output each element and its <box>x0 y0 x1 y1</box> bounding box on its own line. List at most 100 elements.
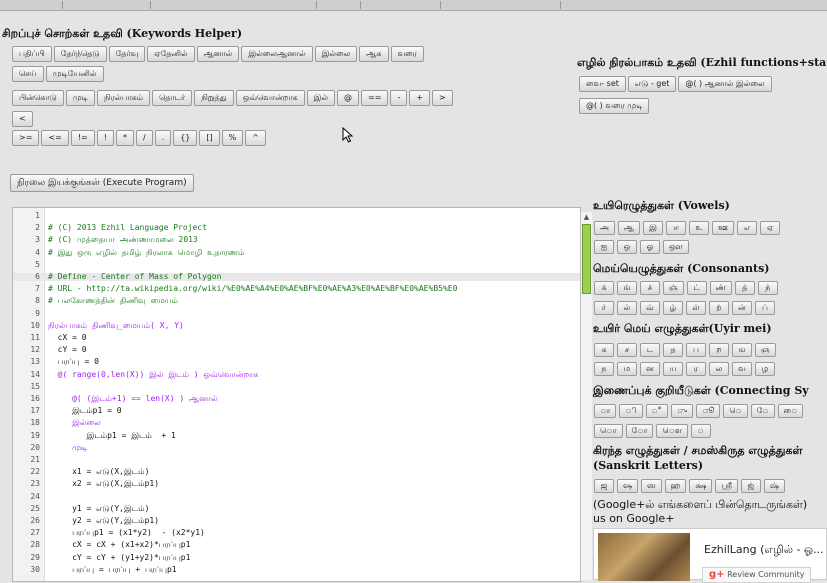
letter-button[interactable]: ம <box>617 362 637 376</box>
kw-gt-button[interactable]: > <box>432 90 453 106</box>
letter-button[interactable]: ெ <box>723 404 748 418</box>
kw-ge-button[interactable]: >= <box>12 130 40 146</box>
code-line[interactable]: 19 இடம்p1 = இடம் + 1 <box>13 431 580 440</box>
letter-button[interactable]: ச் <box>640 281 660 295</box>
kw-else-button[interactable]: இல்லை <box>314 46 358 62</box>
kw-dot-button[interactable]: . <box>154 130 172 146</box>
letter-button[interactable]: க்ஷ <box>689 479 713 493</box>
fn-if-else-button[interactable]: @( ) ஆனால் இல்லை <box>678 76 772 92</box>
letter-button[interactable]: ஈ <box>666 221 687 235</box>
letter-button[interactable]: ண் <box>709 281 732 295</box>
letter-button[interactable]: ங <box>732 343 752 357</box>
code-line[interactable]: 14 @( range(0,len(X)) இல் இடம் ) ஒவ்வொன்… <box>13 370 580 379</box>
google-page-name[interactable]: EzhilLang (எழில் - ஓ... <box>704 543 824 558</box>
letter-button[interactable]: ல் <box>617 301 637 315</box>
kw-eq-button[interactable]: == <box>361 90 389 106</box>
fn-set-button[interactable]: வை- set <box>579 76 626 92</box>
kw-not-button[interactable]: ! <box>96 130 114 146</box>
kw-ifany-button[interactable]: ஏதேனில் <box>147 46 195 62</box>
scroll-up-icon[interactable]: ▲ <box>582 212 591 222</box>
letter-button[interactable]: ஏ <box>760 221 781 235</box>
kw-choice-button[interactable]: தேர்வு <box>108 46 146 62</box>
code-line[interactable]: 2 # (C) 2013 Ezhil Language Project <box>13 224 580 232</box>
letter-button[interactable]: ா <box>594 404 617 418</box>
code-line[interactable]: 13 பரப்பு = 0 <box>13 358 580 366</box>
kw-end-button[interactable]: முடி <box>65 90 95 106</box>
letter-button[interactable]: ி <box>619 404 643 418</box>
letter-button[interactable]: ஒ <box>617 240 637 254</box>
kw-print-button[interactable]: பதிப்பி <box>12 46 52 62</box>
letter-button[interactable]: ஓ <box>640 240 660 254</box>
code-line[interactable]: 17 இடம்p1 = 0 <box>13 407 580 415</box>
letter-button[interactable]: அ <box>594 221 615 235</box>
kw-function-button[interactable]: நிரல்பாகம் <box>96 90 151 106</box>
fn-get-button[interactable]: எடு - get <box>627 76 677 92</box>
code-editor[interactable]: 1 2 # (C) 2013 Ezhil Language Project 3 # (C… <box>12 207 581 582</box>
code-line[interactable]: 23 x2 = எடு(X,இடம்p1) <box>13 480 580 488</box>
kw-while-button[interactable]: வரை <box>390 46 424 62</box>
letter-button[interactable]: ழ <box>755 362 775 376</box>
letter-button[interactable]: உ <box>689 221 710 235</box>
letter-button[interactable]: ய <box>663 362 683 376</box>
letter-button[interactable]: ஆ <box>617 221 641 235</box>
letter-button[interactable]: ப <box>686 343 706 357</box>
kw-in-button[interactable]: இல் <box>306 90 336 106</box>
code-line[interactable]: 21 <box>13 456 580 464</box>
kw-brackets-button[interactable]: [] <box>199 130 220 146</box>
letter-button[interactable]: ௌ <box>656 424 689 438</box>
letter-button[interactable]: ை <box>777 404 804 418</box>
letter-button[interactable]: ொ <box>594 424 623 438</box>
kw-pow-button[interactable]: ^ <box>245 130 266 146</box>
code-line[interactable]: 20 முடி <box>13 443 580 452</box>
kw-if-button[interactable]: ஆனால் <box>196 46 240 62</box>
letter-button[interactable]: எ <box>737 221 758 235</box>
code-line[interactable]: 10 நிரல்பாகம் திணிவு_மையம்( X, Y) <box>13 321 580 330</box>
letter-button[interactable]: ர <box>686 362 706 376</box>
letter-button[interactable]: ஸ <box>640 479 662 493</box>
kw-foreach-button[interactable]: ஒவ்வொன்றாக <box>235 90 305 106</box>
letter-button[interactable]: ஞ் <box>663 281 684 295</box>
kw-select-button[interactable]: தேர்ந்தெடு <box>53 46 107 62</box>
kw-dowhile-button[interactable]: முடியேனில் <box>45 66 104 82</box>
code-line[interactable]: 4 # இது ஒரு எழில் தமிழ் நிரலாக மொழி உதாரண… <box>13 248 580 257</box>
letter-button[interactable]: ங் <box>617 281 637 295</box>
letter-button[interactable]: ந் <box>757 281 778 295</box>
letter-button[interactable]: ு <box>670 404 694 418</box>
letter-button[interactable]: ற் <box>709 301 729 315</box>
execute-program-button[interactable]: நிரலை இயக்குங்கள் (Execute Program) <box>10 174 194 192</box>
letter-button[interactable]: ப் <box>755 301 775 315</box>
code-line[interactable]: 22 x1 = எடு(X,இடம்) <box>13 468 580 476</box>
letter-button[interactable]: ந <box>594 362 614 376</box>
letter-button[interactable]: ள் <box>686 301 706 315</box>
code-line[interactable]: 12 cY = 0 <box>13 346 580 354</box>
code-line[interactable]: 8 # பலகோணத்தின் திணிவு மையம் <box>13 297 580 305</box>
letter-button[interactable]: ஜ் <box>740 479 761 493</box>
scrollbar-thumb[interactable] <box>582 224 591 294</box>
letter-button[interactable]: ே <box>750 404 775 418</box>
letter-button[interactable]: ஷ <box>617 479 638 493</box>
kw-lt-button[interactable]: < <box>12 111 33 127</box>
code-line[interactable]: 7 # URL - http://ta.wikipedia.org/wiki/%E… <box>13 285 580 293</box>
letter-button[interactable]: ன் <box>732 301 752 315</box>
kw-do-button[interactable]: செய் <box>12 66 44 82</box>
letter-button[interactable]: ீ <box>645 404 668 418</box>
google-plus-badge[interactable]: EzhilLang (எழில் - ஓ... g+ Review Commun… <box>593 528 827 583</box>
code-line[interactable]: 30 பரப்பு = பரப்பு + பரப்புp1 <box>13 565 580 574</box>
code-line[interactable]: 15 <box>13 382 580 391</box>
code-line[interactable]: 28 cX = cX + (x1+x2)*பரப்புp1 <box>13 541 580 549</box>
letter-button[interactable]: ஹ <box>664 479 687 493</box>
code-line[interactable]: 9 <box>13 309 580 318</box>
letter-button[interactable]: ூ <box>696 404 721 418</box>
google-follow-button[interactable]: g+ Review Community <box>702 567 812 583</box>
letter-button[interactable]: வ <box>732 362 752 376</box>
code-line[interactable]: 16 @( (இடம்+1) == len(X) ) ஆனால் <box>13 395 580 403</box>
letter-button[interactable]: இ <box>643 221 664 235</box>
letter-button[interactable]: ழ் <box>663 301 683 315</box>
code-line[interactable]: 6 # Define - Center of Mass of Polygon <box>13 273 580 281</box>
kw-break-button[interactable]: நிறுத்து <box>194 90 234 106</box>
letter-button[interactable]: ர் <box>594 301 614 315</box>
kw-plus-button[interactable]: + <box>409 90 431 106</box>
code-line[interactable]: 11 cX = 0 <box>13 334 580 342</box>
letter-button[interactable]: ட் <box>686 281 707 295</box>
letter-button[interactable]: ஞ <box>755 343 776 357</box>
